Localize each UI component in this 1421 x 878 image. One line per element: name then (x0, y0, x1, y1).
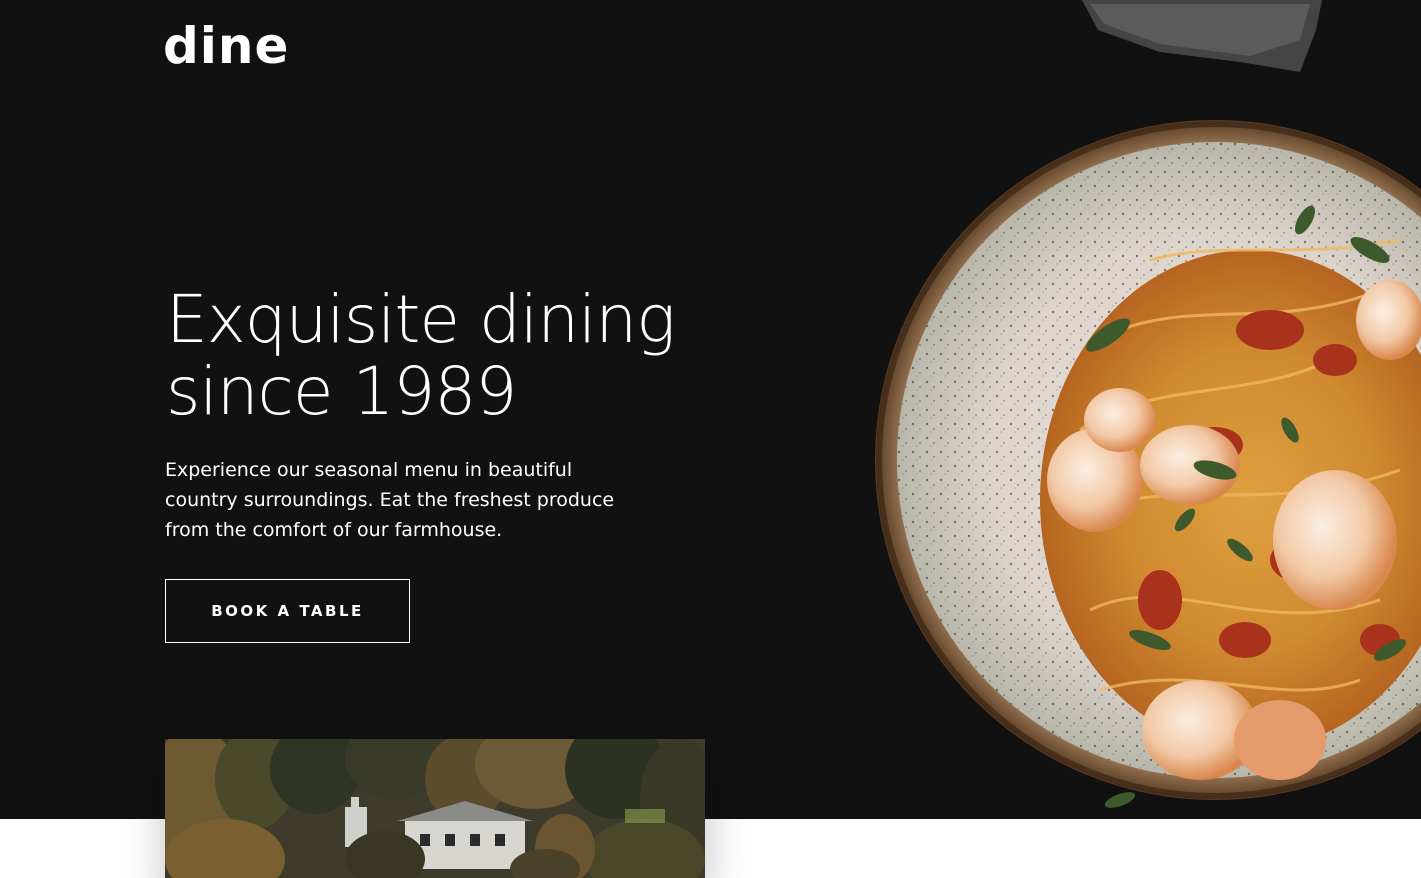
hero-description: Experience our seasonal menu in beautifu… (165, 459, 615, 541)
page: dine Exquisite dining since 1989 Experie… (0, 0, 1421, 878)
hero-section: dine Exquisite dining since 1989 Experie… (0, 0, 1421, 819)
hero-title: Exquisite dining since 1989 (166, 284, 786, 428)
hero-dish-image (875, 0, 1421, 808)
book-a-table-button[interactable]: BOOK A TABLE (165, 579, 410, 643)
venue-image (165, 739, 705, 878)
hero-title-line-1: Exquisite dining (166, 281, 676, 358)
hero-title-line-2: since 1989 (166, 353, 517, 430)
logo[interactable]: dine (163, 14, 289, 78)
